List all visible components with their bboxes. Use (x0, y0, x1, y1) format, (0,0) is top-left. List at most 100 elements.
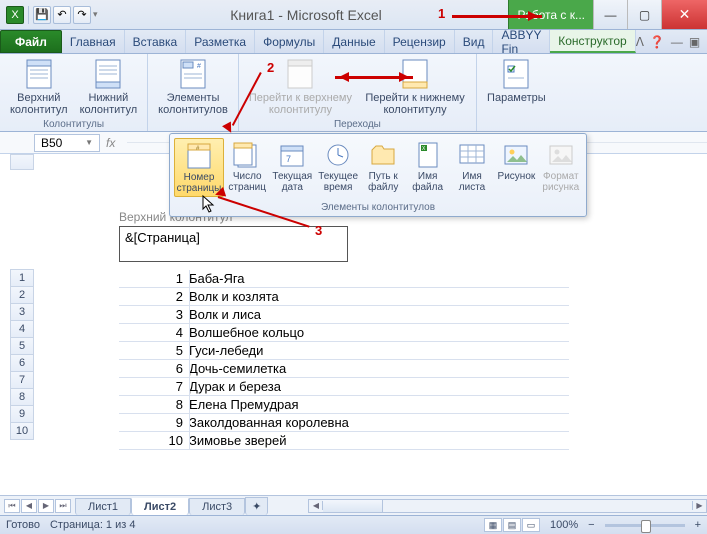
cell-b[interactable]: Гуси-лебеди (189, 343, 263, 358)
tab-file[interactable]: Файл (0, 30, 62, 53)
cell-a[interactable]: 3 (119, 307, 189, 322)
cell-b[interactable]: Елена Премудрая (189, 397, 299, 412)
zoom-level[interactable]: 100% (550, 519, 578, 531)
row-header[interactable]: 8 (10, 388, 34, 406)
sheet-nav-last[interactable]: ⏭ (55, 499, 71, 513)
cell-b[interactable]: Волк и лиса (189, 307, 261, 322)
table-row[interactable]: 7Дурак и береза (119, 378, 569, 396)
view-normal-icon[interactable]: ▦ (484, 518, 502, 532)
table-row[interactable]: 6Дочь-семилетка (119, 360, 569, 378)
zoom-out-button[interactable]: − (588, 519, 594, 531)
tab-insert[interactable]: Вставка (125, 30, 187, 53)
tab-design[interactable]: Конструктор (550, 30, 635, 53)
cell-b[interactable]: Волшебное кольцо (189, 325, 304, 340)
row-header[interactable]: 4 (10, 320, 34, 338)
tab-view[interactable]: Вид (455, 30, 494, 53)
tab-data[interactable]: Данные (324, 30, 384, 53)
view-page-layout-icon[interactable]: ▤ (503, 518, 521, 532)
sheet-nav-first[interactable]: ⏮ (4, 499, 20, 513)
goto-footer-button[interactable]: Перейти к нижнемуколонтитулу (360, 56, 470, 118)
file-path-button[interactable]: Путь кфайлу (362, 138, 404, 197)
sheet-name-button[interactable]: Имялиста (451, 138, 493, 197)
table-row[interactable]: 10Зимовье зверей (119, 432, 569, 450)
table-row[interactable]: 3Волк и лиса (119, 306, 569, 324)
table-row[interactable]: 9Заколдованная королевна (119, 414, 569, 432)
table-row[interactable]: 1Баба-Яга (119, 270, 569, 288)
redo-icon[interactable]: ↷ (73, 6, 91, 24)
app-icon[interactable]: X (6, 6, 24, 24)
cell-b[interactable]: Дочь-семилетка (189, 361, 286, 376)
tab-review[interactable]: Рецензир (385, 30, 455, 53)
cell-a[interactable]: 4 (119, 325, 189, 340)
close-button[interactable]: ✕ (661, 0, 707, 29)
maximize-button[interactable]: ▢ (627, 0, 661, 29)
header-button[interactable]: Верхнийколонтитул (6, 56, 72, 118)
sheet-tab-2[interactable]: Лист2 (131, 498, 189, 515)
zoom-slider[interactable] (605, 524, 685, 527)
row-header[interactable]: 6 (10, 354, 34, 372)
view-page-break-icon[interactable]: ▭ (522, 518, 540, 532)
options-button[interactable]: Параметры (483, 56, 550, 106)
file-name-button[interactable]: XИмяфайла (406, 138, 448, 197)
group-headers-footers: Верхнийколонтитул Нижнийколонтитул Колон… (0, 54, 148, 131)
doc-restore-icon[interactable]: ▣ (689, 35, 700, 49)
sheet-nav-prev[interactable]: ◀ (21, 499, 37, 513)
horizontal-scrollbar[interactable]: ◀▶ (308, 499, 707, 513)
name-box[interactable]: B50 ▼ (34, 134, 100, 152)
tab-abbyy[interactable]: ABBYY Fin (493, 30, 550, 53)
goto-header-icon (284, 58, 316, 90)
cell-b[interactable]: Волк и козлята (189, 289, 279, 304)
ribbon-minimize-icon[interactable]: ᐱ (636, 35, 644, 49)
cell-a[interactable]: 2 (119, 289, 189, 304)
cell-b[interactable]: Дурак и береза (189, 379, 281, 394)
tab-home[interactable]: Главная (62, 30, 125, 53)
sheet-tab-3[interactable]: Лист3 (189, 498, 245, 515)
zoom-in-button[interactable]: + (695, 519, 701, 531)
picture-button[interactable]: Рисунок (495, 138, 537, 197)
table-row[interactable]: 2Волк и козлята (119, 288, 569, 306)
qat-dropdown-icon[interactable]: ▾ (93, 9, 98, 20)
cell-b[interactable]: Зимовье зверей (189, 433, 286, 448)
fx-button[interactable]: fx (106, 136, 115, 150)
row-header[interactable]: 5 (10, 337, 34, 355)
doc-minimize-icon[interactable]: — (671, 35, 683, 49)
table-row[interactable]: 8Елена Премудрая (119, 396, 569, 414)
chevron-down-icon[interactable]: ▼ (85, 138, 93, 147)
cell-a[interactable]: 7 (119, 379, 189, 394)
save-icon[interactable]: 💾 (33, 6, 51, 24)
footer-button[interactable]: Нижнийколонтитул (76, 56, 142, 118)
row-header[interactable]: 7 (10, 371, 34, 389)
cell-a[interactable]: 8 (119, 397, 189, 412)
cell-a[interactable]: 1 (119, 271, 189, 286)
sheet-tab-1[interactable]: Лист1 (75, 498, 131, 515)
tab-layout[interactable]: Разметка (186, 30, 255, 53)
table-row[interactable]: 4Волшебное кольцо (119, 324, 569, 342)
undo-icon[interactable]: ↶ (53, 6, 71, 24)
row-header[interactable]: 3 (10, 303, 34, 321)
tab-formulas[interactable]: Формулы (255, 30, 324, 53)
cell-a[interactable]: 10 (119, 433, 189, 448)
page-count-button[interactable]: Числостраниц (226, 138, 268, 197)
table-row[interactable]: 5Гуси-лебеди (119, 342, 569, 360)
cell-b[interactable]: Баба-Яга (189, 271, 245, 286)
help-icon[interactable]: ❓ (650, 35, 665, 49)
group-options: Параметры (477, 54, 556, 131)
page-number-button[interactable]: #Номерстраницы (174, 138, 224, 197)
cell-a[interactable]: 5 (119, 343, 189, 358)
row-header[interactable]: 1 (10, 269, 34, 287)
header-left-section[interactable]: &[Страница] (119, 226, 348, 262)
hf-elements-button[interactable]: # Элементыколонтитулов (154, 56, 232, 118)
new-sheet-button[interactable]: ✦ (245, 497, 268, 515)
minimize-button[interactable]: — (593, 0, 627, 29)
cell-a[interactable]: 9 (119, 415, 189, 430)
row-header[interactable]: 9 (10, 405, 34, 423)
goto-footer-icon (399, 58, 431, 90)
cell-b[interactable]: Заколдованная королевна (189, 415, 349, 430)
current-time-button[interactable]: Текущеевремя (316, 138, 360, 197)
row-header[interactable]: 10 (10, 422, 34, 440)
current-date-button[interactable]: 7Текущаядата (270, 138, 314, 197)
cell-a[interactable]: 6 (119, 361, 189, 376)
row-header[interactable]: 2 (10, 286, 34, 304)
sheet-nav-next[interactable]: ▶ (38, 499, 54, 513)
select-all-cells[interactable] (10, 154, 34, 170)
